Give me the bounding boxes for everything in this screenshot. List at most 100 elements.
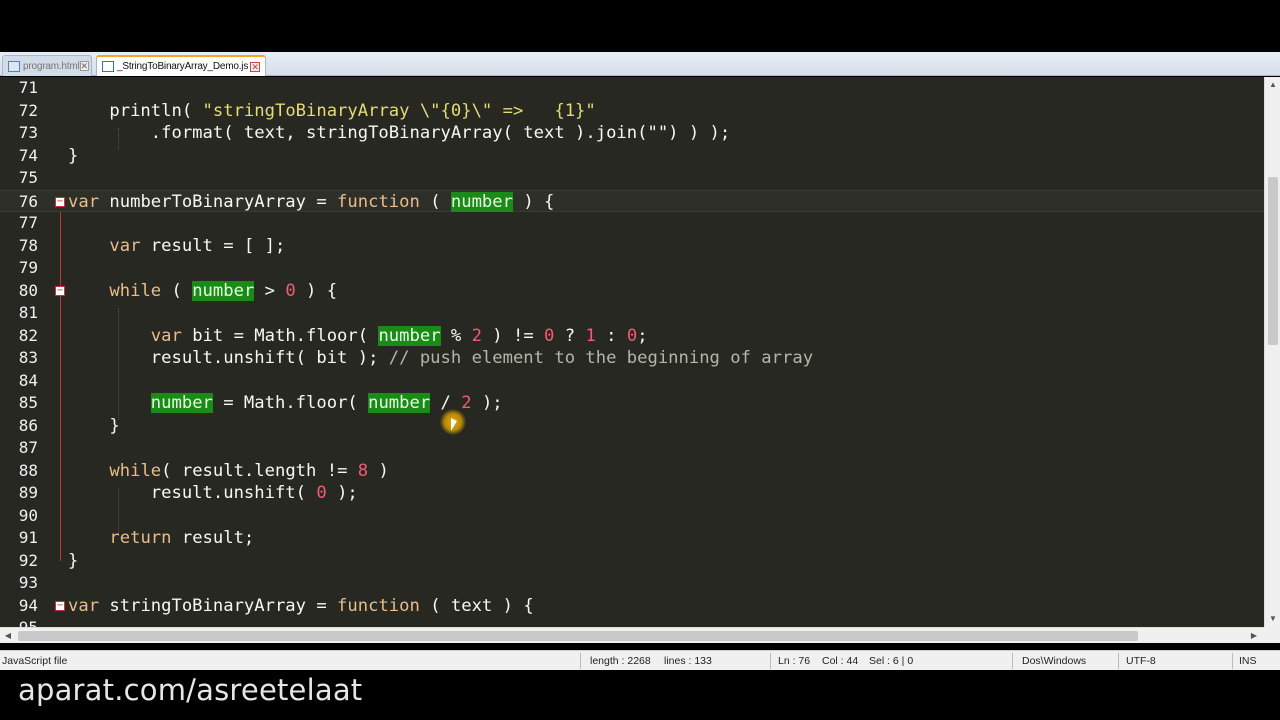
line-number: 75 [18, 168, 38, 187]
code-token: function [337, 191, 420, 212]
line-number: 71 [18, 78, 38, 97]
status-file-type: JavaScript file [2, 655, 68, 667]
code-token: ? [554, 325, 586, 346]
code-token: 2 [461, 393, 472, 413]
status-divider [1012, 653, 1013, 669]
code-text: return result; [68, 527, 254, 550]
fold-toggle-icon[interactable]: − [55, 600, 65, 611]
code-line[interactable]: 71 [0, 77, 1264, 100]
highlighted-occurrence: number [192, 280, 255, 301]
code-token: 0 [544, 325, 555, 346]
code-token: ( text ) { [419, 595, 534, 616]
line-number: 73 [18, 123, 38, 142]
code-text: var numberToBinaryArray = function ( num… [68, 191, 554, 214]
code-line[interactable]: 87 [0, 437, 1264, 460]
status-divider [580, 653, 581, 669]
scroll-right-icon[interactable]: ▶ [1246, 628, 1262, 644]
code-token: ) != [481, 325, 545, 346]
code-line[interactable]: 82 var bit = Math.floor( number % 2 ) !=… [0, 325, 1264, 348]
fold-toggle-icon[interactable]: − [55, 285, 65, 296]
scroll-left-icon[interactable]: ◀ [0, 628, 16, 644]
code-line[interactable]: 84 [0, 370, 1264, 393]
code-token: ; [637, 325, 648, 346]
code-token: var [68, 595, 100, 616]
code-line[interactable]: 74} [0, 145, 1264, 168]
status-lines: lines : 133 [664, 655, 712, 667]
code-line[interactable]: 94 − var stringToBinaryArray = function ( … [0, 595, 1264, 618]
code-token: numberToBinaryArray = [99, 191, 338, 212]
code-token: result.unshift( bit ); [68, 348, 389, 368]
line-number: 77 [18, 213, 38, 232]
code-token: ); [471, 393, 503, 413]
code-token: stringToBinaryArray = [99, 595, 338, 616]
code-line[interactable]: 88 while( result.length != 8 ) [0, 460, 1264, 483]
code-text: result.unshift( 0 ); [68, 482, 358, 505]
code-text: result.unshift( bit ); // push element t… [68, 347, 813, 370]
scroll-up-icon[interactable]: ▲ [1265, 77, 1280, 93]
code-line[interactable]: 83 result.unshift( bit ); // push elemen… [0, 347, 1264, 370]
vertical-scroll-thumb[interactable] [1268, 177, 1278, 345]
tab-program-html[interactable]: program.html ✕ [2, 55, 92, 76]
code-token: ( [161, 280, 193, 301]
fold-toggle-icon[interactable]: − [55, 196, 65, 207]
code-text: var result = [ ]; [68, 235, 285, 258]
tab-bar: program.html ✕ _StringToBinaryArray_Demo… [0, 52, 1280, 76]
code-token: "stringToBinaryArray \"{0}\" => {1}" [202, 100, 596, 121]
code-line[interactable]: 79 [0, 257, 1264, 280]
code-token: 8 [357, 460, 369, 481]
code-line[interactable]: 90 [0, 505, 1264, 528]
horizontal-scroll-thumb[interactable] [18, 631, 1138, 641]
code-token: 0 [285, 280, 296, 301]
code-line[interactable]: 72 println( "stringToBinaryArray \"{0}\"… [0, 100, 1264, 123]
code-line[interactable]: 86 } [0, 415, 1264, 438]
close-icon[interactable]: ✕ [250, 61, 260, 72]
code-line[interactable]: 80 − while ( number > 0 ) { [0, 280, 1264, 303]
code-line[interactable]: 95 [0, 617, 1264, 627]
code-line[interactable]: 77 [0, 212, 1264, 235]
code-line[interactable]: 93 [0, 572, 1264, 595]
horizontal-scrollbar[interactable]: ◀ ▶ [0, 627, 1264, 643]
line-number: 81 [18, 303, 38, 322]
code-line[interactable]: 85 number = Math.floor( number / 2 ); [0, 392, 1264, 415]
status-length: length : 2268 [590, 655, 651, 667]
code-line[interactable]: 78 var result = [ ]; [0, 235, 1264, 258]
code-token: } [68, 145, 79, 166]
file-icon [102, 61, 114, 72]
code-line[interactable]: 91 return result; [0, 527, 1264, 550]
line-number: 88 [18, 460, 38, 480]
code-token: function [337, 595, 420, 616]
code-text: println( "stringToBinaryArray \"{0}\" =>… [68, 100, 596, 123]
code-line[interactable]: 75 [0, 167, 1264, 190]
vertical-scrollbar[interactable]: ▲ ▼ [1264, 77, 1280, 627]
code-token: var [150, 325, 182, 346]
code-line[interactable]: 76 − var numberToBinaryArray = function ( … [0, 189, 1264, 214]
code-token: result; [171, 528, 255, 548]
scroll-down-icon[interactable]: ▼ [1265, 611, 1280, 627]
code-editor[interactable]: 71 72 println( "stringToBinaryArray \"{0}… [0, 77, 1264, 627]
code-token: while [109, 460, 162, 481]
code-token: while [109, 280, 162, 301]
code-token: bit = Math.floor( [181, 325, 379, 346]
code-token: ); [326, 483, 358, 503]
line-number: 90 [18, 505, 38, 525]
code-token: ) { [512, 191, 555, 212]
tab-stringtobinaryarray-demo-js[interactable]: _StringToBinaryArray_Demo.js ✕ [96, 55, 266, 76]
code-line[interactable]: 89 result.unshift( 0 ); [0, 482, 1264, 505]
status-divider [1118, 653, 1119, 669]
close-icon[interactable]: ✕ [79, 61, 89, 71]
line-number: 79 [18, 258, 38, 277]
line-number: 93 [18, 573, 38, 592]
highlighted-occurrence: number [378, 325, 441, 346]
code-line[interactable]: 92} [0, 550, 1264, 573]
video-letterbox-top [0, 0, 1280, 52]
code-line[interactable]: 81 [0, 302, 1264, 325]
code-token: result = [ ]; [140, 235, 286, 256]
code-line[interactable]: 73 .format( text, stringToBinaryArray( t… [0, 122, 1264, 145]
code-token: ) [368, 460, 389, 481]
line-number: 85 [18, 393, 38, 412]
status-encoding: UTF-8 [1126, 655, 1156, 667]
code-text: while ( number > 0 ) { [68, 280, 337, 303]
code-token: return [109, 528, 172, 548]
